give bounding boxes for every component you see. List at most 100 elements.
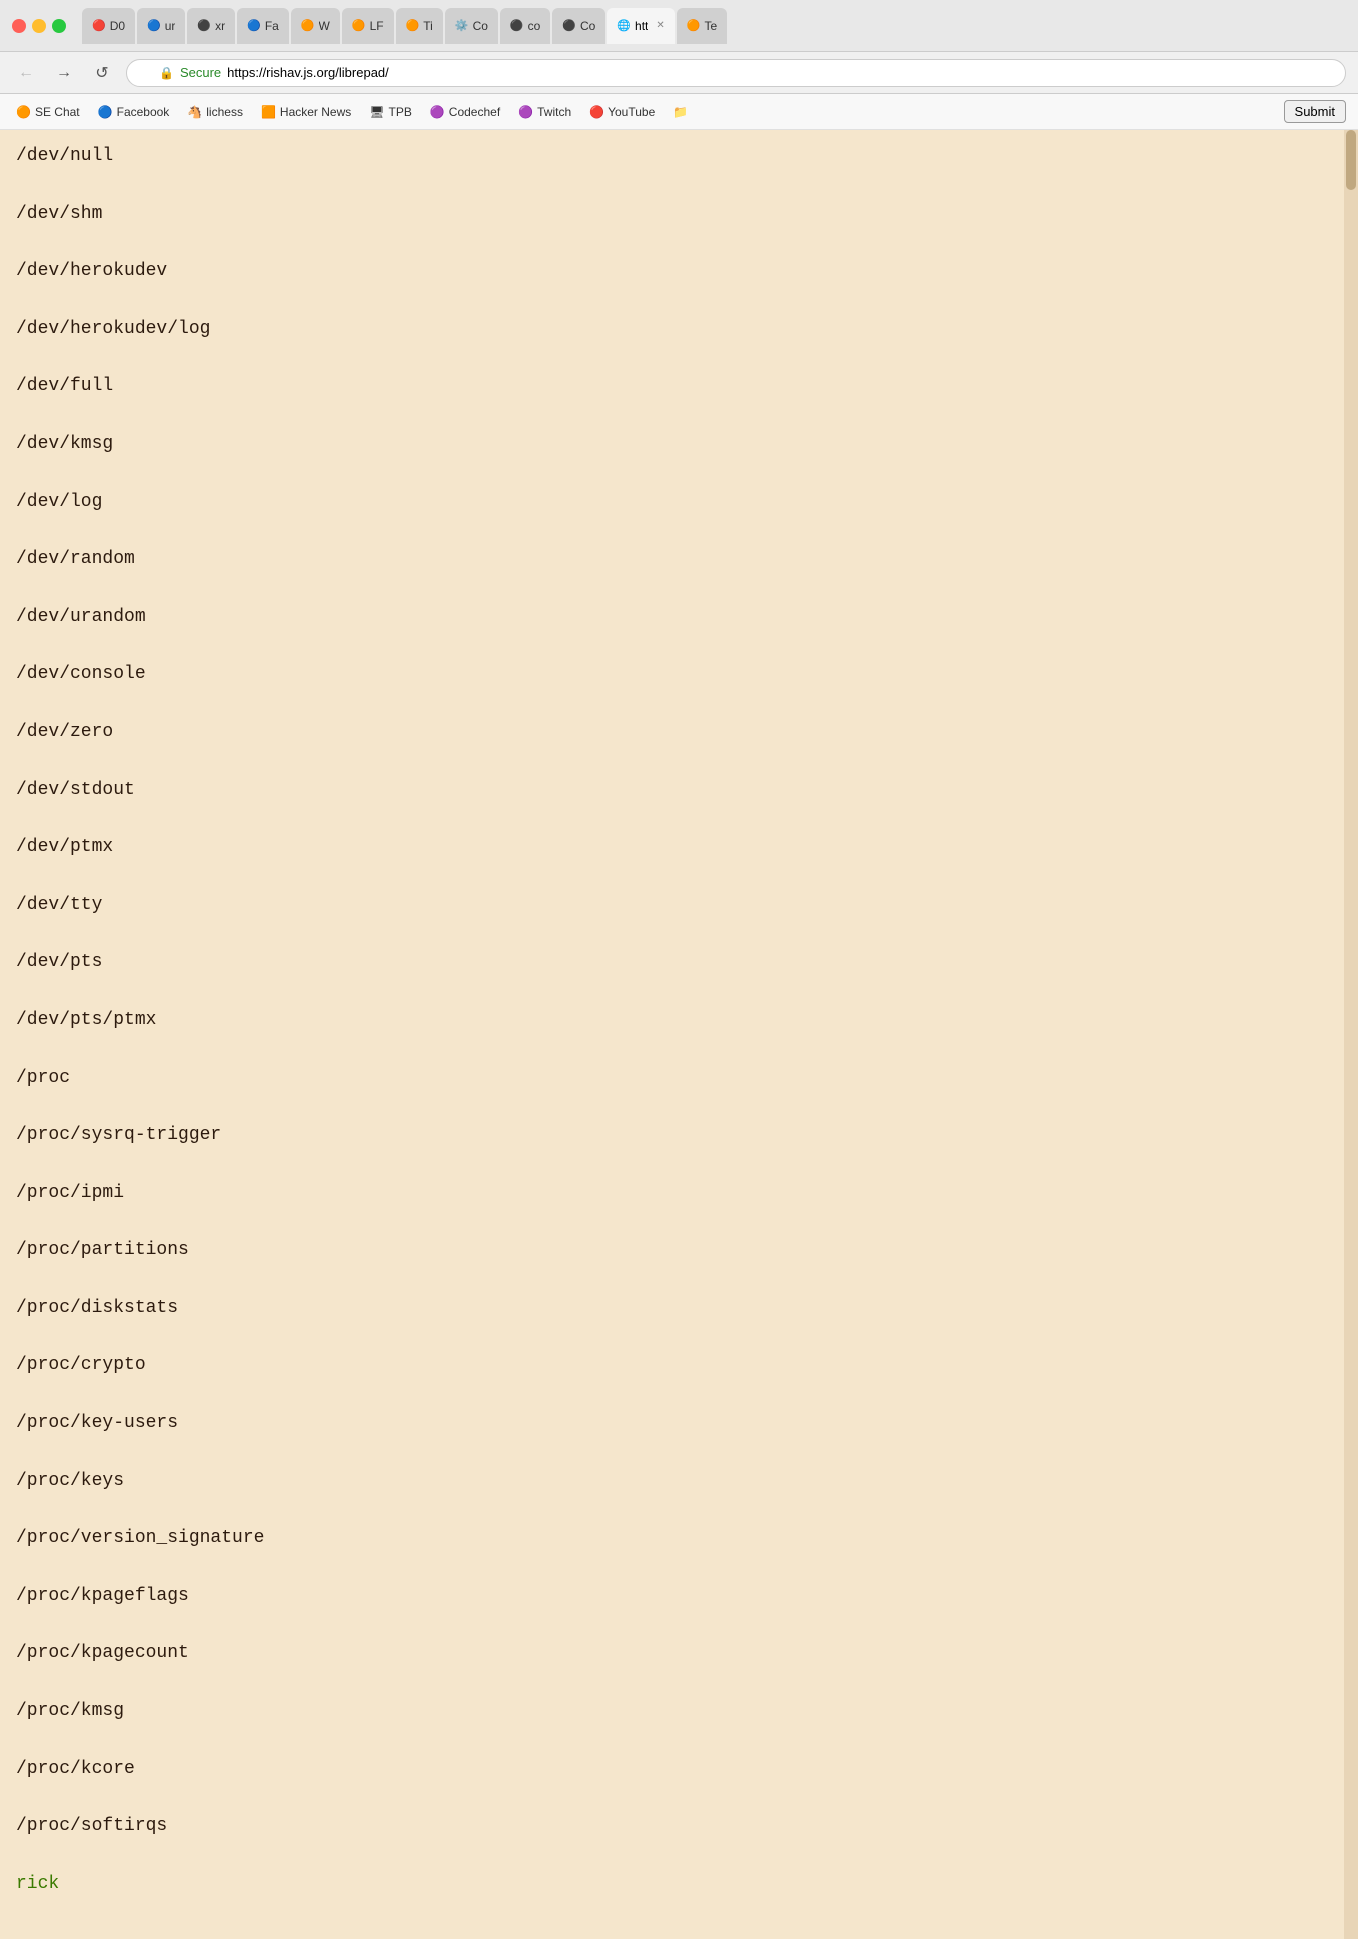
content-line: /proc/kpagecount xyxy=(16,1639,1342,1668)
content-line: /dev/herokudev xyxy=(16,257,1342,286)
content-line: /dev/random xyxy=(16,545,1342,574)
tab-http[interactable]: 🌐 htt ✕ xyxy=(607,8,674,44)
content-line: /dev/shm xyxy=(16,200,1342,229)
bookmark-favicon: 🔴 xyxy=(589,105,604,119)
content-line: /dev/pts/ptmx xyxy=(16,1006,1342,1035)
content-line: /proc/key-users xyxy=(16,1409,1342,1438)
tab-favicon: 🌐 xyxy=(617,19,631,32)
tab-te[interactable]: 🟠Te xyxy=(677,8,727,44)
content-line: /proc/ipmi xyxy=(16,1179,1342,1208)
tab-fb[interactable]: 🔵 Fa xyxy=(237,8,289,44)
tab-label: D0 xyxy=(110,19,125,33)
tab-favicon: 🔴 xyxy=(92,19,106,32)
tab-label: ur xyxy=(165,19,176,33)
content-line: /dev/null xyxy=(16,142,1342,171)
bm-codechef[interactable]: 🟣Codechef xyxy=(422,101,508,123)
url-display: https://rishav.js.org/librepad/ xyxy=(227,65,389,80)
bm-folder[interactable]: 📁 xyxy=(665,101,696,123)
content-line: /proc/kmsg xyxy=(16,1697,1342,1726)
tab-favicon: ⚫ xyxy=(562,19,576,32)
bookmark-favicon: 🔵 xyxy=(98,105,113,119)
content-line: /dev/pts xyxy=(16,948,1342,977)
tab-co[interactable]: ⚙️ Co xyxy=(445,8,498,44)
tab-gh2[interactable]: ⚫co xyxy=(500,8,550,44)
bookmark-label: TPB xyxy=(389,105,412,119)
tab-gh3[interactable]: ⚫ Co xyxy=(552,8,605,44)
bm-twitch[interactable]: 🟣 Twitch xyxy=(510,101,579,123)
tab-favicon: ⚫ xyxy=(197,19,211,32)
content-line: /proc/partitions xyxy=(16,1236,1342,1265)
main-content: /dev/null/dev/shm/dev/herokudev/dev/hero… xyxy=(0,130,1358,1939)
tab-favicon: 🟠 xyxy=(406,19,420,32)
bookmark-favicon: 🟣 xyxy=(430,105,445,119)
secure-label: Secure xyxy=(180,65,221,80)
maximize-button[interactable] xyxy=(52,19,66,33)
bookmark-label: Twitch xyxy=(537,105,571,119)
content-line: /proc/softirqs xyxy=(16,1812,1342,1841)
content-line: rick xyxy=(16,1870,1342,1899)
bm-hackernews[interactable]: 🟧 Hacker News xyxy=(253,101,359,123)
forward-button[interactable]: → xyxy=(50,59,78,87)
traffic-lights xyxy=(12,19,66,33)
content-line: /dev/urandom xyxy=(16,603,1342,632)
bm-sechat[interactable]: 🟠SE Chat xyxy=(8,101,88,123)
tab-label: xr xyxy=(215,19,225,33)
tab-rl[interactable]: 🟠 LF xyxy=(342,8,394,44)
tab-favicon: ⚫ xyxy=(510,19,524,32)
bm-youtube[interactable]: 🔴 YouTube xyxy=(581,101,663,123)
bm-tpb[interactable]: 🖥 TPB xyxy=(361,101,420,123)
content-line: /dev/herokudev/log xyxy=(16,315,1342,344)
close-button[interactable] xyxy=(12,19,26,33)
address-bar: ← → ↺ 🔒 Secure https://rishav.js.org/lib… xyxy=(0,52,1358,94)
tab-favicon: 🟠 xyxy=(301,19,315,32)
tab-rw[interactable]: 🟠W xyxy=(291,8,340,44)
tab-dc[interactable]: 🔴 D0 xyxy=(82,8,135,44)
content-line: /dev/stdout xyxy=(16,776,1342,805)
content-line: /proc/kpageflags xyxy=(16,1582,1342,1611)
scrollbar[interactable] xyxy=(1344,130,1358,1939)
content-line: /dev/zero xyxy=(16,718,1342,747)
content-line: /dev/log xyxy=(16,488,1342,517)
titlebar: 🔴D0🔵ur⚫xr🔵Fa🟠W🟠LF🟠Ti⚙️Co⚫co⚫Co🌐htt✕🟠Te xyxy=(0,0,1358,52)
tab-favicon: 🟠 xyxy=(352,19,366,32)
content-line: /proc/kcore xyxy=(16,1755,1342,1784)
bookmark-favicon: 🖥 xyxy=(369,105,384,119)
bookmark-favicon: 🟧 xyxy=(261,105,276,119)
tab-favicon: 🟠 xyxy=(687,19,701,32)
content-line: /proc xyxy=(16,1064,1342,1093)
tab-label: htt xyxy=(635,19,648,33)
bookmark-label: Hacker News xyxy=(280,105,351,119)
bookmark-label: YouTube xyxy=(608,105,655,119)
content-line: /dev/tty xyxy=(16,891,1342,920)
tab-favicon: ⚙️ xyxy=(455,19,469,32)
tab-label: Te xyxy=(704,19,717,33)
tab-favicon: 🔵 xyxy=(147,19,161,32)
tab-label: Co xyxy=(580,19,595,33)
lock-icon: 🔒 xyxy=(159,66,174,80)
tab-rt[interactable]: 🟠Ti xyxy=(396,8,443,44)
tab-label: Fa xyxy=(265,19,279,33)
tab-label: LF xyxy=(370,19,384,33)
back-button[interactable]: ← xyxy=(12,59,40,87)
reload-button[interactable]: ↺ xyxy=(88,59,116,87)
bm-lichess[interactable]: 🐴 lichess xyxy=(179,101,251,123)
scrollbar-thumb[interactable] xyxy=(1346,130,1356,190)
content-line: /proc/diskstats xyxy=(16,1294,1342,1323)
bm-facebook[interactable]: 🔵Facebook xyxy=(90,101,178,123)
submit-button[interactable]: Submit xyxy=(1284,100,1346,123)
tab-g[interactable]: 🔵 ur xyxy=(137,8,185,44)
bookmark-label: lichess xyxy=(206,105,243,119)
tab-gh1[interactable]: ⚫ xr xyxy=(187,8,235,44)
tab-label: Ti xyxy=(423,19,433,33)
bookmark-favicon: 📁 xyxy=(673,105,688,119)
tab-close-icon[interactable]: ✕ xyxy=(656,20,664,31)
content-line: /proc/version_signature xyxy=(16,1524,1342,1553)
tab-label: W xyxy=(319,19,330,33)
tab-label: Co xyxy=(473,19,488,33)
address-input[interactable]: 🔒 Secure https://rishav.js.org/librepad/ xyxy=(126,59,1346,87)
content-line: /dev/console xyxy=(16,660,1342,689)
bookmark-favicon: 🟣 xyxy=(518,105,533,119)
bookmark-favicon: 🐴 xyxy=(187,105,202,119)
minimize-button[interactable] xyxy=(32,19,46,33)
tab-favicon: 🔵 xyxy=(247,19,261,32)
